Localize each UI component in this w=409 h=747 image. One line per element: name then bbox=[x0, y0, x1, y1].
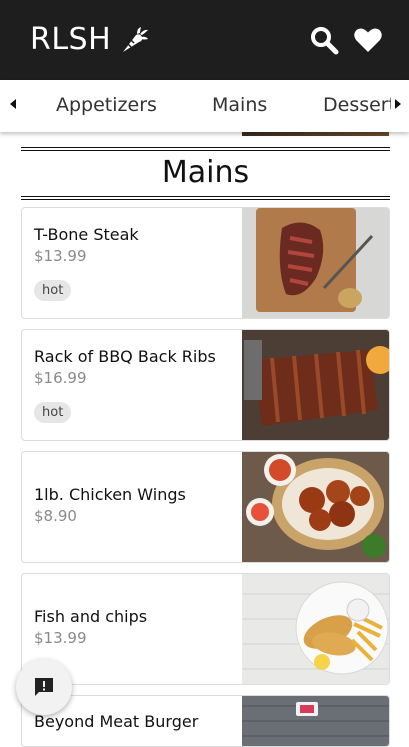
tag-badge: hot bbox=[34, 402, 72, 423]
item-name: Beyond Meat Burger bbox=[34, 712, 199, 731]
item-name: Fish and chips bbox=[34, 607, 148, 626]
brand-name: RLSH bbox=[30, 22, 112, 57]
item-name: T-Bone Steak bbox=[34, 225, 139, 244]
item-price: $13.99 bbox=[34, 247, 87, 265]
brand[interactable]: RLSH bbox=[30, 22, 149, 58]
menu-item-card[interactable]: Beyond Meat Burger bbox=[21, 695, 390, 747]
scroll-right-icon[interactable] bbox=[391, 94, 405, 114]
ribs-photo bbox=[242, 330, 389, 440]
item-price: $13.99 bbox=[34, 629, 87, 647]
tag-badge: hot bbox=[34, 280, 72, 301]
category-tabs: Appetizers Mains Desserts bbox=[0, 80, 409, 132]
menu-item-card[interactable]: Rack of BBQ Back Ribs $16.99 hot bbox=[21, 329, 390, 441]
steak-photo bbox=[242, 208, 389, 318]
menu-item-card[interactable]: T-Bone Steak $13.99 hot bbox=[21, 207, 390, 319]
search-icon[interactable] bbox=[309, 25, 339, 55]
feedback-button[interactable] bbox=[16, 659, 72, 715]
scroll-left-icon[interactable] bbox=[6, 94, 20, 114]
item-price: $8.90 bbox=[34, 507, 77, 525]
carrot-icon bbox=[123, 27, 149, 52]
item-price: $16.99 bbox=[34, 369, 87, 387]
tab-appetizers[interactable]: Appetizers bbox=[56, 94, 157, 116]
burger-photo bbox=[242, 696, 389, 746]
chicken-wings-photo bbox=[242, 452, 389, 562]
tab-mains[interactable]: Mains bbox=[212, 94, 267, 116]
menu-item-card[interactable]: Fish and chips $13.99 bbox=[21, 573, 390, 685]
heart-icon[interactable] bbox=[353, 25, 383, 55]
item-name: Rack of BBQ Back Ribs bbox=[34, 347, 216, 366]
section-title: Mains bbox=[161, 155, 250, 190]
item-name: 1lb. Chicken Wings bbox=[34, 485, 186, 504]
feedback-icon bbox=[35, 678, 53, 696]
menu-item-card[interactable]: 1lb. Chicken Wings $8.90 bbox=[21, 451, 390, 563]
fish-and-chips-photo bbox=[242, 574, 389, 684]
section-header: Mains bbox=[21, 147, 390, 200]
top-app-bar: RLSH bbox=[0, 0, 409, 80]
